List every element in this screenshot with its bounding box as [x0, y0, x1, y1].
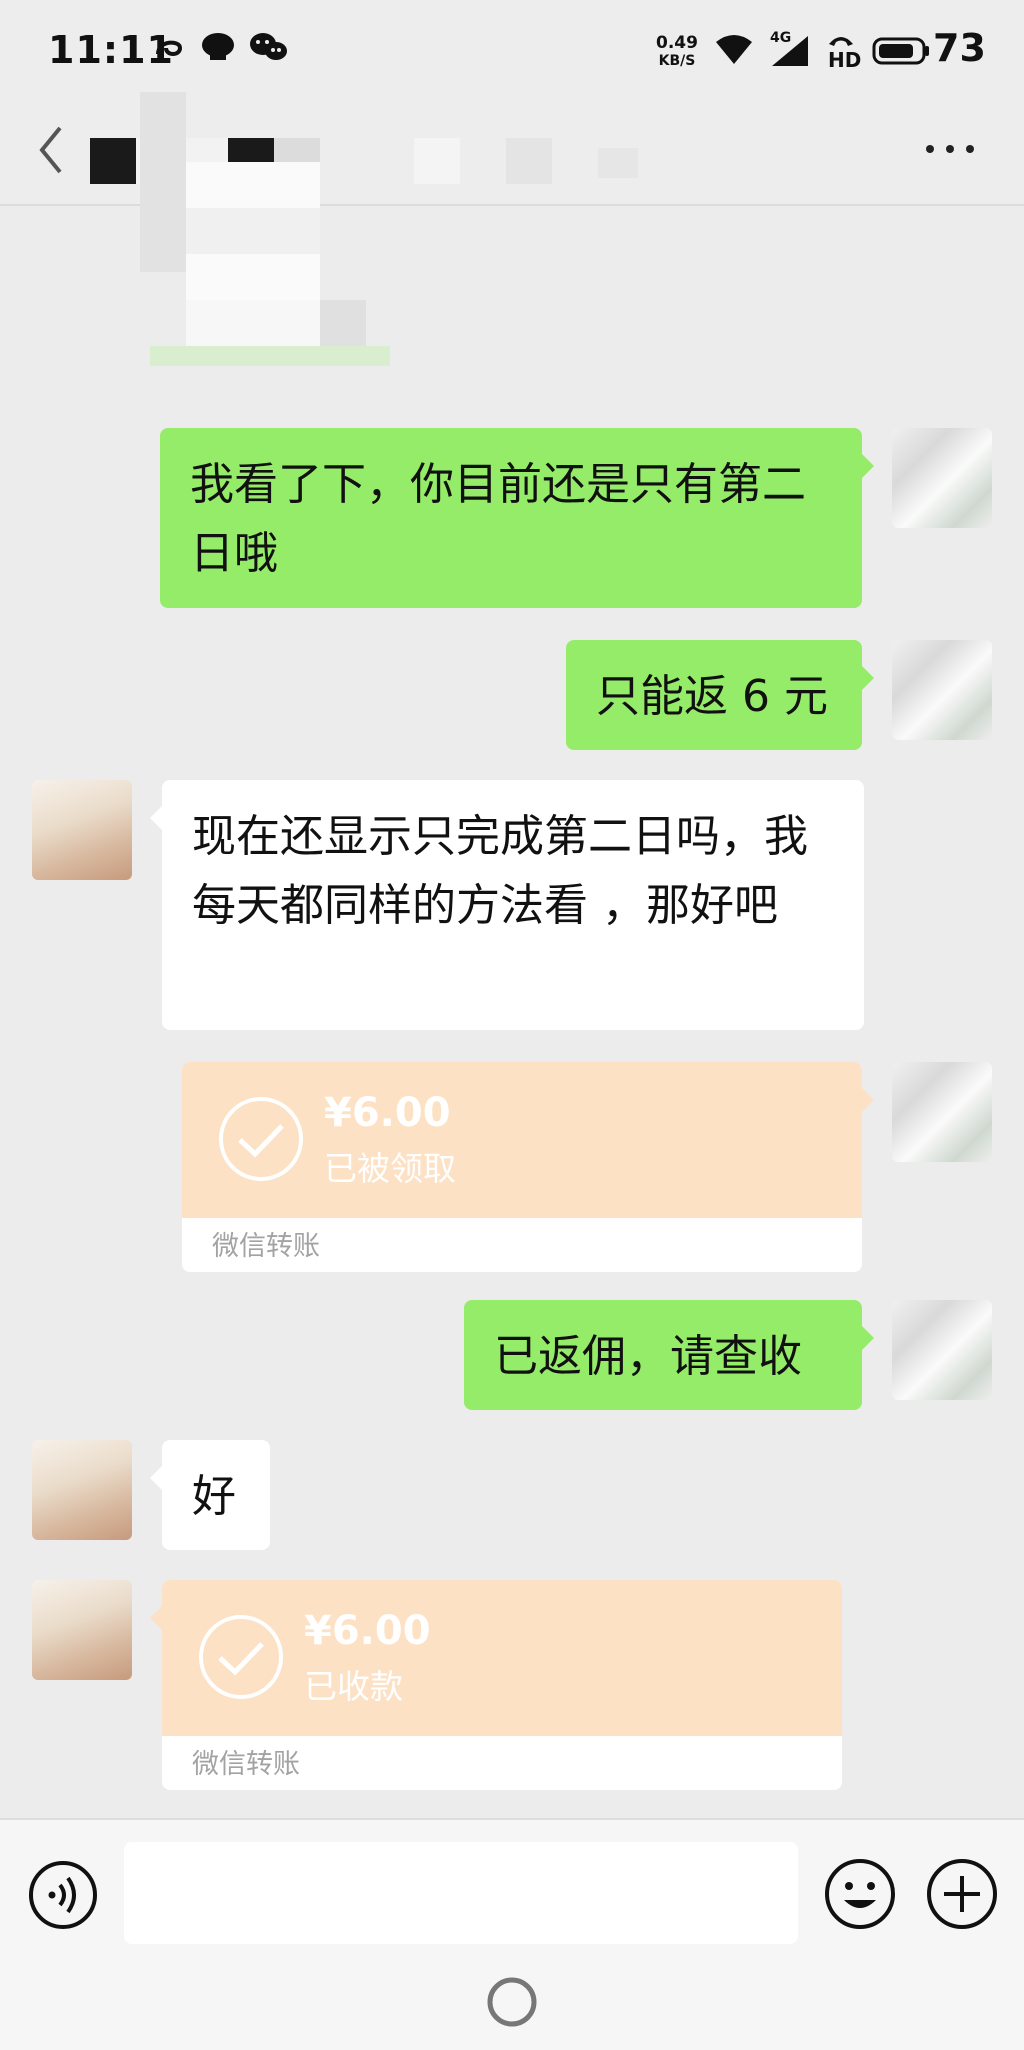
wechat-notification-icon — [250, 33, 287, 60]
transfer-label: 微信转账 — [192, 1749, 300, 1780]
hd-label: HD — [828, 48, 862, 72]
speed-unit: KB/S — [658, 53, 696, 69]
transfer-card-sent[interactable]: ¥6.00 已被领取 微信转账 — [182, 1062, 862, 1272]
network-speed: 0.49 KB/S — [656, 34, 698, 70]
transfer-amount: ¥6.00 — [324, 1090, 451, 1136]
my-avatar[interactable] — [892, 1300, 992, 1400]
transfer-status: 已被领取 — [324, 1149, 456, 1188]
status-bar: 11:11 0.49 KB/S 4G HD 73 — [0, 0, 1024, 100]
my-avatar[interactable] — [892, 1062, 992, 1162]
more-icon[interactable] — [920, 124, 980, 174]
notification-icon — [156, 40, 183, 56]
redacted-message-area — [140, 92, 390, 412]
message-text: 我看了下，你目前还是只有第二日哦 — [190, 459, 806, 579]
battery-level: 73 — [933, 26, 986, 70]
message-bubble-sent[interactable]: 我看了下，你目前还是只有第二日哦 — [160, 428, 862, 608]
transfer-status: 已收款 — [304, 1667, 403, 1706]
speed-value: 0.49 — [656, 33, 698, 53]
hd-call-icon — [829, 37, 853, 46]
message-bubble-sent[interactable]: 只能返 6 元 — [566, 640, 862, 750]
wifi-icon — [716, 35, 752, 64]
battery-icon — [872, 37, 929, 65]
message-bubble-received[interactable]: 现在还显示只完成第二日吗，我每天都同样的方法看 ，那好吧 — [162, 780, 864, 1030]
message-text: 好 — [192, 1471, 236, 1522]
contact-avatar[interactable] — [32, 780, 132, 880]
input-bar — [0, 1818, 1024, 2050]
check-circle-icon — [199, 1615, 283, 1699]
chat-area: 我看了下，你目前还是只有第二日哦 只能返 6 元 现在还显示只完成第二日吗，我每… — [0, 92, 1024, 1818]
voice-icon[interactable] — [28, 1860, 98, 1930]
message-input[interactable] — [124, 1842, 798, 1944]
message-text: 现在还显示只完成第二日吗，我每天都同样的方法看 ，那好吧 — [192, 811, 808, 931]
check-circle-icon — [219, 1097, 303, 1181]
message-bubble-sent[interactable]: 已返佣，请查收 — [464, 1300, 862, 1410]
contact-avatar[interactable] — [32, 1440, 132, 1540]
message-bubble-received[interactable]: 好 — [162, 1440, 270, 1550]
signal-icon — [772, 36, 808, 66]
message-text: 已返佣，请查收 — [494, 1331, 802, 1382]
transfer-amount: ¥6.00 — [304, 1608, 431, 1654]
message-text: 只能返 6 元 — [596, 671, 828, 722]
chevron-left-icon[interactable] — [30, 120, 74, 180]
contact-avatar[interactable] — [32, 1580, 132, 1680]
emoji-icon[interactable] — [824, 1858, 896, 1930]
transfer-label: 微信转账 — [212, 1231, 320, 1262]
plus-icon[interactable] — [926, 1858, 998, 1930]
home-indicator-icon[interactable] — [486, 1976, 538, 2028]
my-avatar[interactable] — [892, 428, 992, 528]
transfer-card-received[interactable]: ¥6.00 已收款 微信转账 — [162, 1580, 842, 1790]
my-avatar[interactable] — [892, 640, 992, 740]
message-notification-icon — [202, 33, 234, 60]
